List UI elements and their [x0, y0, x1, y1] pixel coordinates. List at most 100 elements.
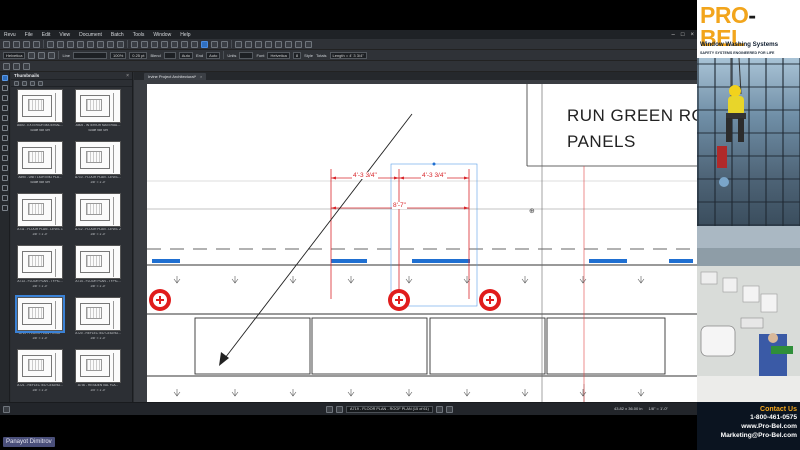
links-tab-icon[interactable] [1, 165, 8, 171]
hyperlink-tool-icon[interactable] [285, 40, 292, 48]
new-icon[interactable] [3, 40, 10, 48]
bookmarks-tab-icon[interactable] [1, 85, 8, 91]
dimension-label-right[interactable]: 4'-3 3/4" [421, 172, 447, 179]
snapshot-tool-icon[interactable] [255, 40, 262, 48]
menu-view[interactable]: View [59, 32, 70, 38]
thumbnail-item[interactable]: A710 - FLOOR PLAN - LEVEL... 1/8" = 1'-0" [75, 141, 121, 184]
thumbnails-tab-icon[interactable] [1, 75, 8, 81]
font-dropdown[interactable]: Helvetica [267, 51, 290, 59]
zoom-dropdown[interactable]: 100% [110, 51, 127, 59]
image-tool-icon[interactable] [245, 40, 252, 48]
selection-box[interactable] [390, 163, 478, 307]
font-size-dropdown[interactable]: 8 [292, 51, 302, 59]
menu-batch[interactable]: Batch [111, 32, 124, 38]
thumbnail-item[interactable]: A730 - RESIDENTIAL FLA... 1/4" = 1'-0" [75, 349, 121, 392]
page-selector[interactable]: A719 - FLOOR PLAN - ROOF PLAN (15 of 61) [346, 406, 433, 413]
line-width-dropdown[interactable]: 0.25 pt [129, 51, 148, 59]
hand-tool-icon[interactable] [295, 40, 302, 48]
selection-handle[interactable] [432, 162, 436, 166]
thumbnail-item[interactable]: A713 - FLOOR PLAN - TYPIC... 1/8" = 1'-0" [17, 245, 63, 288]
thumbnail-item[interactable]: A500 - EXTERIOR MATERIAL... Scale Not Set [17, 89, 63, 132]
signatures-tab-icon[interactable] [1, 185, 8, 191]
stamp-tool-icon[interactable] [235, 40, 242, 48]
first-page-icon[interactable] [326, 406, 333, 413]
menu-window[interactable]: Window [153, 32, 171, 38]
contact-email[interactable]: Marketing@Pro-Bel.com [697, 431, 797, 440]
cloud-tool-icon[interactable] [191, 40, 198, 48]
sketch-tool-icon[interactable] [265, 40, 272, 48]
menu-file[interactable]: File [25, 32, 33, 38]
contact-website[interactable]: www.Pro-Bel.com [697, 422, 797, 431]
thumb-delete-icon[interactable] [38, 80, 43, 86]
anchor-marker-icon[interactable] [388, 289, 410, 311]
next-page-icon[interactable] [435, 406, 443, 413]
text-tool-icon[interactable] [47, 40, 54, 48]
arrow-tool-icon[interactable] [141, 40, 148, 48]
forms-tab-icon[interactable] [1, 205, 8, 211]
studio-tab-icon[interactable] [1, 145, 8, 151]
units-dropdown[interactable] [239, 51, 254, 59]
polygon-tool-icon[interactable] [181, 40, 188, 48]
thumbnail-item[interactable]: A719 - FLOOR PLAN - ROOF 1/8" = 1'-0" [15, 295, 65, 340]
properties-tab-icon[interactable] [1, 95, 8, 101]
thumbnail-item[interactable]: A720 - REFLECTED CEILING... 1/8" = 1'-0" [75, 297, 121, 340]
save-icon[interactable] [23, 40, 30, 48]
note-tool-icon[interactable] [87, 40, 94, 48]
eraser-tool-icon[interactable] [117, 40, 124, 48]
polyline-tool-icon[interactable] [151, 40, 158, 48]
area-measure-icon[interactable] [211, 40, 218, 48]
underline-icon[interactable] [48, 51, 56, 59]
prev-page-icon[interactable] [336, 406, 343, 413]
thumbnails-view-icon[interactable] [13, 62, 20, 70]
end-dropdown[interactable]: Auto [206, 51, 221, 59]
callout-tool-icon[interactable] [67, 40, 74, 48]
toolchest-tab-icon[interactable] [1, 115, 8, 121]
bold-icon[interactable] [28, 51, 36, 59]
maximize-icon[interactable]: □ [681, 32, 685, 38]
totals-field[interactable]: Length = 4' 3 3/4" [329, 51, 367, 59]
start-dropdown[interactable]: Auto [178, 51, 193, 59]
dimension-label-total[interactable]: 8'-7" [392, 202, 407, 209]
page-scale[interactable]: 1/8" = 1'-0" [648, 406, 668, 411]
thumbnail-item[interactable]: A721 - REFLECTED CEILING... 1/8" = 1'-0" [17, 349, 63, 392]
search-tab-icon[interactable] [1, 155, 8, 161]
line-tool-icon[interactable] [131, 40, 138, 48]
measurements-tab-icon[interactable] [1, 125, 8, 131]
tab-close-icon[interactable]: × [200, 74, 202, 79]
panel-toggle-icon[interactable] [3, 62, 10, 70]
panel-close-icon[interactable]: × [126, 73, 129, 79]
thumbnail-item[interactable]: A714 - FLOOR PLAN - TYPIC... 1/8" = 1'-0" [75, 245, 121, 288]
grid-toggle-icon[interactable] [3, 406, 10, 413]
textbox-tool-icon[interactable] [57, 40, 64, 48]
drawing-canvas[interactable]: ⊕ RUN GREEN RO PANELS 4'-3 3/4" 4'-3 3/4… [147, 84, 697, 402]
spaces-tab-icon[interactable] [1, 175, 8, 181]
menu-tools[interactable]: Tools [133, 32, 145, 38]
thumb-size-icon[interactable] [22, 80, 27, 86]
pen-tool-icon[interactable] [97, 40, 104, 48]
rectangle-tool-icon[interactable] [161, 40, 168, 48]
length-measure-icon[interactable] [201, 40, 208, 48]
italic-icon[interactable] [38, 51, 46, 59]
open-icon[interactable] [13, 40, 20, 48]
select-tool-icon[interactable] [305, 40, 312, 48]
menu-edit[interactable]: Edit [42, 32, 51, 38]
dimension-tool-icon[interactable] [275, 40, 282, 48]
highlight-tool-icon[interactable] [107, 40, 114, 48]
contact-phone[interactable]: 1-800-461-0575 [697, 413, 797, 422]
font-family-dropdown[interactable]: Helvetica [3, 51, 26, 59]
thumbnail-item[interactable]: A711 - FLOOR PLAN - LEVEL 1 1/8" = 1'-0" [17, 193, 63, 236]
thumbnail-item[interactable]: A505 - INTERIOR MATERIAL... Scale Not Set [75, 89, 121, 132]
anchor-marker-icon[interactable] [479, 289, 501, 311]
menu-document[interactable]: Document [79, 32, 102, 38]
thumb-rotate-icon[interactable] [30, 80, 35, 86]
dimension-label-left[interactable]: 4'-3 3/4" [352, 172, 378, 179]
anchor-marker-icon[interactable] [149, 289, 171, 311]
print-icon[interactable] [33, 40, 40, 48]
menu-revu[interactable]: Revu [4, 32, 16, 38]
thumb-options-icon[interactable] [14, 80, 19, 86]
blend-dropdown[interactable] [163, 51, 176, 59]
grid-view-icon[interactable] [23, 62, 30, 70]
markups-tab-icon[interactable] [1, 135, 8, 141]
minimize-icon[interactable]: – [672, 32, 675, 38]
thumbnail-item[interactable]: A712 - FLOOR PLAN - LEVEL 2 1/8" = 1'-0" [75, 193, 121, 236]
